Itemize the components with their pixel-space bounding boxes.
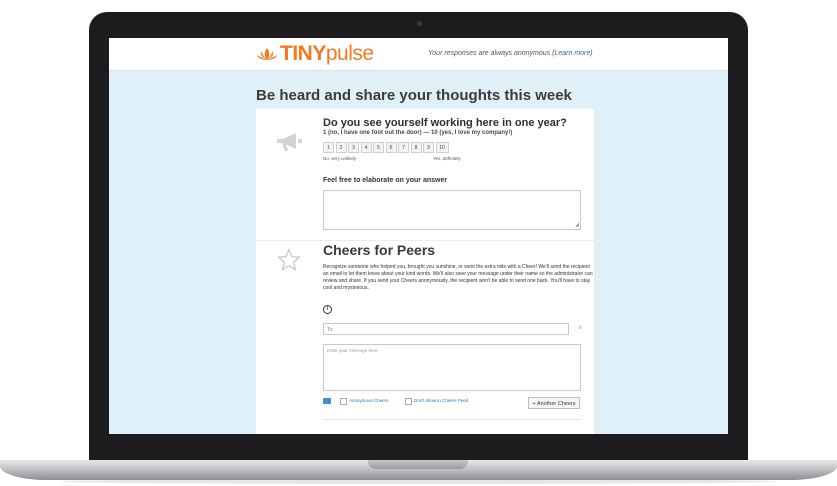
logo-pulse-text: pulse (325, 42, 374, 65)
cheers-description: Recognize someone who helped you, brough… (323, 264, 593, 291)
dont-show-label[interactable]: Don't show in Cheers Feed (414, 398, 468, 404)
close-icon[interactable]: × (578, 323, 583, 332)
rating-button-9[interactable]: 9 (423, 142, 434, 153)
another-cheers-button[interactable]: + Another Cheers (528, 397, 580, 409)
elaborate-textarea[interactable]: ◢ (323, 190, 581, 230)
resize-handle-icon[interactable]: ◢ (575, 223, 579, 228)
rating-button-4[interactable]: 4 (360, 142, 372, 153)
anonymity-tagline: Your responses are always anonymous (Lea… (428, 50, 593, 57)
question-title: Do you see yourself working here in one … (323, 117, 567, 129)
bottom-divider (323, 419, 581, 420)
megaphone-icon (277, 133, 302, 151)
screen: TINYpulse Your responses are always anon… (109, 38, 728, 434)
rating-button-1[interactable]: 1 (323, 142, 334, 153)
logo-tiny-text: TINY (280, 42, 326, 65)
section-divider (256, 240, 594, 241)
anonymous-checkbox[interactable] (340, 398, 347, 405)
dont-show-checkbox[interactable] (405, 398, 412, 405)
survey-card: Do you see yourself working here in one … (256, 109, 594, 434)
learn-more-link[interactable]: Learn more (554, 50, 590, 57)
star-icon (277, 248, 301, 272)
rating-button-7[interactable]: 7 (398, 142, 409, 153)
rating-button-10[interactable]: 10 (435, 142, 449, 153)
question-subtitle: 1 (no, I have one foot out the door) — 1… (323, 130, 513, 136)
lotus-icon (257, 48, 277, 60)
info-icon[interactable]: i (323, 305, 332, 314)
scale-high-label: Yes, definitely (433, 156, 461, 161)
rating-button-3[interactable]: 3 (348, 142, 359, 153)
cheers-title: Cheers for Peers (323, 242, 436, 258)
rating-button-6[interactable]: 6 (385, 142, 397, 153)
message-textarea[interactable]: Enter your message here (323, 344, 581, 391)
top-bar: TINYpulse Your responses are always anon… (109, 38, 728, 71)
rating-scale: 1 2 3 4 5 6 7 8 9 10 (323, 142, 450, 153)
rating-button-5[interactable]: 5 (373, 142, 384, 153)
elaborate-label: Feel free to elaborate on your answer (323, 177, 448, 184)
webcam (417, 21, 422, 26)
rating-button-2[interactable]: 2 (335, 142, 347, 153)
camera-icon[interactable] (323, 398, 331, 404)
tinypulse-logo[interactable]: TINYpulse (256, 42, 374, 66)
page-title: Be heard and share your thoughts this we… (256, 87, 572, 104)
scale-low-label: No, very unlikely (323, 156, 357, 161)
rating-button-8[interactable]: 8 (410, 142, 422, 153)
anonymous-label[interactable]: Anonymous Cheers (349, 398, 389, 404)
recipient-input[interactable]: To: (323, 323, 569, 335)
laptop-notch (368, 460, 468, 469)
